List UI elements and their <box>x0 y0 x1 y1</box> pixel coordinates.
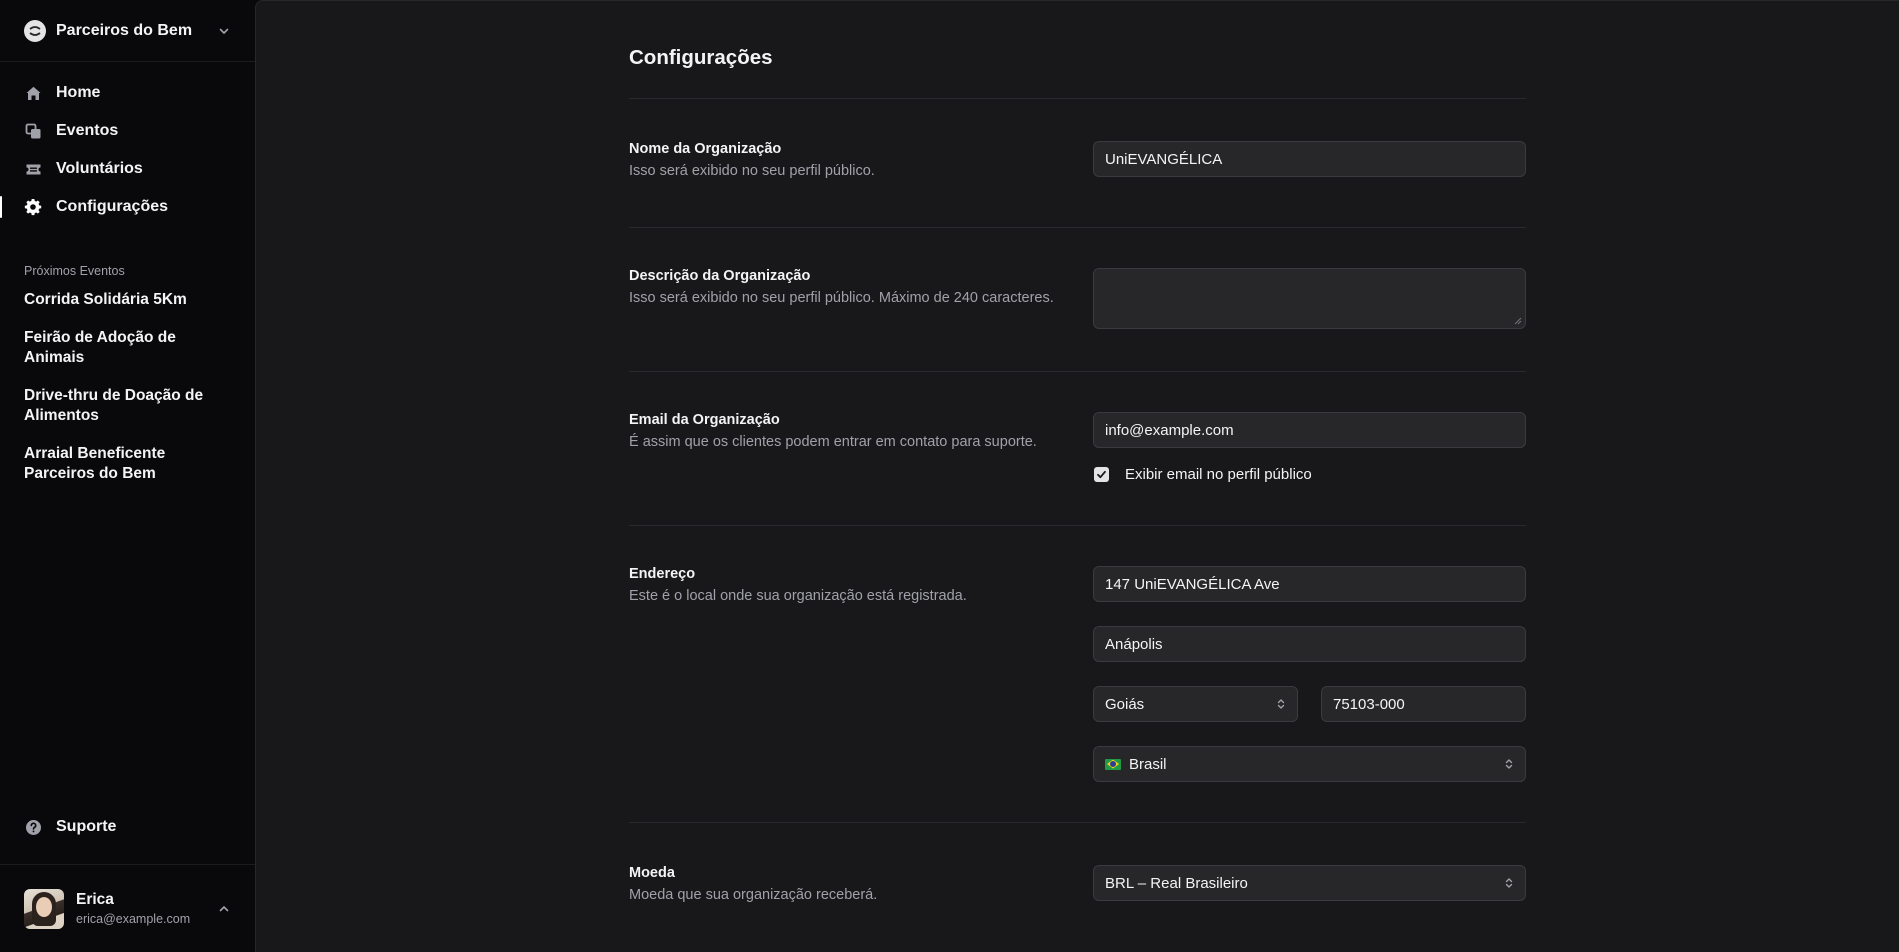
chevron-up-down-icon <box>1505 878 1513 888</box>
show-email-toggle[interactable]: Exibir email no perfil público <box>1093 466 1526 483</box>
gear-icon <box>24 198 42 216</box>
page-title: Configurações <box>629 46 773 69</box>
question-circle-icon <box>24 818 42 836</box>
nav-item-home[interactable]: Home <box>0 74 255 112</box>
divider <box>629 227 1526 228</box>
chevron-up-down-icon <box>1505 759 1513 769</box>
chevron-up-icon <box>219 905 229 911</box>
org-switcher[interactable]: Parceiros do Bem <box>0 0 255 62</box>
address-label: Endereço <box>629 566 696 582</box>
zip-input[interactable]: 75103-000 <box>1321 686 1526 722</box>
section-org-desc: Descrição da Organização Isso será exibi… <box>629 268 1526 329</box>
user-menu[interactable]: Erica erica@example.com <box>0 864 255 952</box>
currency-label: Moeda <box>629 865 675 881</box>
sidebar: Parceiros do Bem Home Eventos Voluntário… <box>0 0 255 952</box>
event-link-arraial[interactable]: Arraial Beneficente Parceiros do Bem <box>0 444 255 484</box>
upcoming-events-heading: Próximos Eventos <box>24 264 125 278</box>
address-desc: Este é o local onde sua organização está… <box>629 588 967 604</box>
divider <box>629 98 1526 99</box>
section-address: Endereço Este é o local onde sua organiz… <box>629 566 1526 782</box>
ticket-icon <box>24 160 42 178</box>
divider <box>629 371 1526 372</box>
user-email: erica@example.com <box>76 912 191 926</box>
show-email-checkbox[interactable] <box>1094 467 1109 482</box>
resize-grip-icon <box>1514 317 1522 325</box>
org-name-desc: Isso será exibido no seu perfil público. <box>629 163 875 179</box>
chevron-down-icon <box>219 28 229 34</box>
state-select[interactable]: Goiás <box>1093 686 1298 722</box>
nav-item-configuracoes[interactable]: Configurações <box>0 188 255 226</box>
section-org-name: Nome da Organização Isso será exibido no… <box>629 141 1526 183</box>
city-input[interactable]: Anápolis <box>1093 626 1526 662</box>
street-input[interactable]: 147 UniEVANGÉLICA Ave <box>1093 566 1526 602</box>
nav-item-label: Home <box>56 84 101 101</box>
email-label: Email da Organização <box>629 412 780 428</box>
event-link-drive-thru[interactable]: Drive-thru de Doação de Alimentos <box>0 386 255 426</box>
country-select[interactable]: Brasil <box>1093 746 1526 782</box>
org-name-label: Nome da Organização <box>629 141 782 157</box>
divider <box>629 525 1526 526</box>
brazil-flag-icon <box>1105 758 1121 770</box>
nav-item-voluntarios[interactable]: Voluntários <box>0 150 255 188</box>
avatar <box>24 888 64 929</box>
chevron-up-down-icon <box>1277 699 1285 709</box>
section-currency: Moeda Moeda que sua organização receberá… <box>629 865 1526 907</box>
divider <box>629 822 1526 823</box>
country-value: Brasil <box>1129 755 1167 773</box>
nav-item-label: Eventos <box>56 122 119 139</box>
email-desc: É assim que os clientes podem entrar em … <box>629 434 1037 450</box>
squares-icon <box>24 122 42 140</box>
check-icon <box>1097 470 1106 479</box>
currency-desc: Moeda que sua organização receberá. <box>629 887 878 903</box>
org-desc-desc: Isso será exibido no seu perfil público.… <box>629 290 1054 306</box>
main-nav: Home Eventos Voluntários Configurações <box>0 62 255 226</box>
support-link[interactable]: Suporte <box>0 808 255 846</box>
event-link-feirao[interactable]: Feirão de Adoção de Animais <box>0 328 255 368</box>
org-name-input[interactable]: UniEVANGÉLICA <box>1093 141 1526 177</box>
email-input[interactable]: info@example.com <box>1093 412 1526 448</box>
settings-form: Configurações Nome da Organização Isso s… <box>629 1 1526 907</box>
home-icon <box>24 84 42 102</box>
nav-item-label: Voluntários <box>56 160 143 177</box>
nav-item-label: Configurações <box>56 198 169 215</box>
currency-select[interactable]: BRL – Real Brasileiro <box>1093 865 1526 901</box>
org-desc-textarea[interactable] <box>1093 268 1526 329</box>
user-name: Erica <box>76 891 114 908</box>
main-panel: Configurações Nome da Organização Isso s… <box>255 0 1899 952</box>
currency-value: BRL – Real Brasileiro <box>1105 874 1248 892</box>
section-email: Email da Organização É assim que os clie… <box>629 412 1526 483</box>
support-label: Suporte <box>56 818 117 835</box>
nav-item-eventos[interactable]: Eventos <box>0 112 255 150</box>
org-desc-label: Descrição da Organização <box>629 268 811 284</box>
state-value: Goiás <box>1105 695 1145 713</box>
event-link-corrida[interactable]: Corrida Solidária 5Km <box>0 290 255 310</box>
org-logo-icon <box>24 19 46 42</box>
org-name: Parceiros do Bem <box>56 21 193 39</box>
show-email-label: Exibir email no perfil público <box>1125 466 1312 483</box>
